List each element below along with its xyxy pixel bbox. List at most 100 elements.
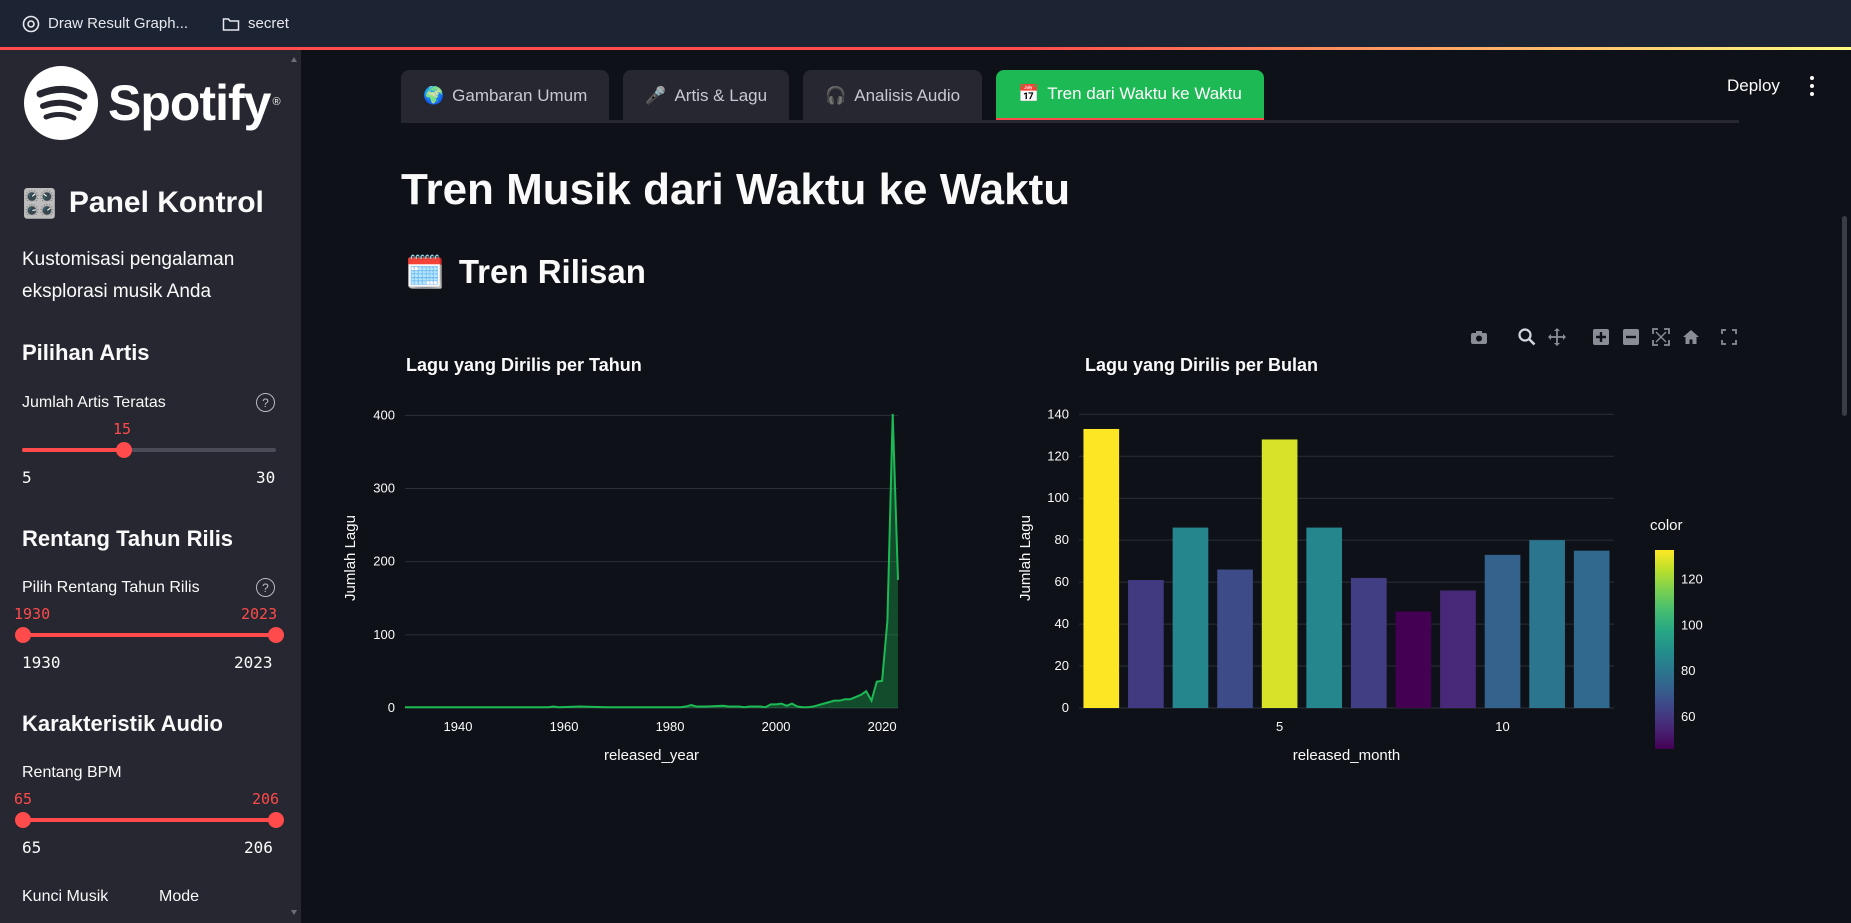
slider-thumb-high[interactable] (268, 812, 284, 828)
page-title: Tren Musik dari Waktu ke Waktu (401, 165, 1071, 214)
control-knobs-icon: 🎛️ (22, 187, 57, 219)
tab-label: Analisis Audio (854, 85, 961, 105)
y-tick-label: 40 (1055, 616, 1069, 631)
slider-thumb-high[interactable] (268, 627, 284, 643)
slider-min: 65 (22, 838, 42, 857)
main-scrollbar[interactable] (1842, 216, 1847, 416)
bar-month-4 (1217, 569, 1253, 708)
top-artists-label: Jumlah Artis Teratas (22, 394, 166, 411)
y-tick-label: 20 (1055, 658, 1069, 673)
main-content: 🌍 Gambaran Umum 🎤 Artis & Lagu 🎧 Analisi… (301, 50, 1851, 923)
tab-bar: 🌍 Gambaran Umum 🎤 Artis & Lagu 🎧 Analisi… (401, 70, 1264, 121)
browser-tab-draw-result[interactable]: Draw Result Graph... (12, 10, 198, 38)
year-range-low-value: 1930 (14, 605, 51, 623)
bar-month-8 (1395, 611, 1432, 708)
y-axis-label: Jumlah Lagu (342, 515, 359, 601)
spotify-logo: Spotify ® (24, 66, 281, 140)
tab-label: Tren dari Waktu ke Waktu (1047, 84, 1242, 103)
area-fill (405, 413, 898, 708)
year-range-label: Pilih Rentang Tahun Rilis (22, 579, 200, 596)
slider-fill (22, 448, 124, 452)
sidebar: Spotify ® 🎛️ Panel Kontrol Kustomisasi p… (0, 50, 301, 923)
tab-label: Artis & Lagu (674, 85, 768, 105)
reset-axes-icon[interactable] (1681, 327, 1701, 347)
bpm-low-value: 65 (14, 790, 33, 808)
bar-month-9 (1440, 590, 1476, 708)
y-tick-label: 100 (1047, 490, 1069, 505)
x-axis-label: released_month (1293, 747, 1401, 764)
tab-artists-songs[interactable]: 🎤 Artis & Lagu (623, 70, 790, 121)
panel-description: Kustomisasi pengalaman eksplorasi musik … (22, 249, 235, 302)
y-tick-label: 400 (373, 407, 395, 422)
bpm-high-value: 206 (252, 790, 280, 808)
bar-month-10 (1484, 554, 1521, 708)
globe-icon: 🌍 (423, 85, 445, 105)
slider-thumb[interactable] (116, 442, 132, 458)
logo-wordmark: Spotify (108, 75, 271, 131)
y-tick-label: 100 (373, 627, 395, 642)
bar-month-11 (1529, 540, 1565, 708)
x-tick-label: 1980 (656, 719, 685, 734)
top-artists-value: 15 (113, 420, 132, 438)
zoom-icon[interactable] (1517, 327, 1537, 347)
bar-month-7 (1350, 577, 1387, 708)
slider-thumb-low[interactable] (15, 812, 31, 828)
logo-registered-mark: ® (272, 96, 281, 108)
bpm-range-label: Rentang BPM (22, 764, 122, 781)
spiral-calendar-icon: 🗓️ (405, 254, 445, 290)
slider-min: 1930 (22, 653, 61, 672)
y-tick-label: 300 (373, 480, 395, 495)
x-axis-label: released_year (604, 747, 699, 764)
fullscreen-icon[interactable] (1719, 327, 1739, 347)
tab-trends[interactable]: 📅 Tren dari Waktu ke Waktu (996, 70, 1264, 121)
y-axis-label: Jumlah Lagu (1017, 515, 1034, 601)
pan-icon[interactable] (1547, 327, 1567, 347)
charts-canvas[interactable]: 01002003004001940 1960 1980 2000 2020release… (301, 350, 1851, 870)
browser-tab-label: Draw Result Graph... (48, 15, 189, 32)
colorbar-tick-label: 100 (1681, 617, 1703, 632)
slider-fill (22, 818, 276, 822)
y-tick-label: 60 (1055, 574, 1069, 589)
spotify-icon (24, 66, 98, 140)
slider-max: 206 (244, 838, 273, 857)
slider-max: 30 (256, 468, 276, 487)
panel-title-text: Panel Kontrol (68, 186, 264, 219)
tab-underline (401, 120, 1739, 123)
browser-tab-secret[interactable]: secret (212, 10, 299, 38)
section-title-text: Tren Rilisan (458, 253, 646, 290)
y-tick-label: 80 (1055, 532, 1069, 547)
browser-tab-strip: Draw Result Graph... secret (0, 0, 1851, 47)
x-tick-label: 10 (1495, 719, 1509, 734)
help-icon[interactable]: ? (256, 578, 275, 597)
slider-max: 2023 (234, 653, 273, 672)
artist-section-heading: Pilihan Artis (22, 340, 150, 365)
sidebar-scrollbar[interactable] (291, 56, 297, 916)
colorbar-title: color (1650, 517, 1683, 534)
tab-overview[interactable]: 🌍 Gambaran Umum (401, 70, 610, 121)
autoscale-icon[interactable] (1651, 327, 1671, 347)
camera-icon[interactable] (1469, 327, 1489, 347)
y-tick-label: 120 (1047, 448, 1069, 463)
tab-audio-analysis[interactable]: 🎧 Analisis Audio (803, 70, 983, 121)
bar-month-3 (1172, 527, 1209, 708)
zoom-in-icon[interactable] (1591, 327, 1611, 347)
x-tick-label: 2000 (762, 719, 791, 734)
bar-month-12 (1573, 550, 1610, 708)
bar-month-6 (1306, 527, 1343, 708)
main-menu-icon[interactable] (1808, 76, 1816, 96)
year-range-high-value: 2023 (241, 605, 278, 623)
y-tick-label: 200 (373, 554, 395, 569)
bar-month-5 (1261, 439, 1298, 708)
microphone-icon: 🎤 (645, 85, 667, 105)
chart-modebar (1469, 327, 1739, 347)
slider-min: 5 (22, 468, 32, 487)
help-icon[interactable]: ? (256, 393, 275, 412)
x-tick-label: 1960 (550, 719, 579, 734)
chatgpt-icon (22, 15, 40, 33)
tab-label: Gambaran Umum (452, 85, 588, 105)
zoom-out-icon[interactable] (1621, 327, 1641, 347)
slider-thumb-low[interactable] (15, 627, 31, 643)
deploy-button[interactable]: Deploy (1727, 76, 1780, 96)
bar-month-1 (1083, 428, 1120, 708)
slider-fill (22, 633, 276, 637)
